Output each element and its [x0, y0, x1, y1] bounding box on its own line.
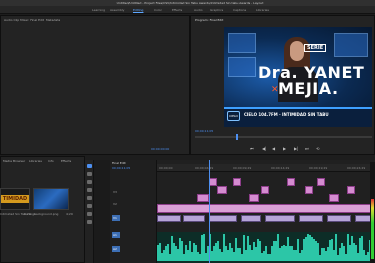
title-clip[interactable] [233, 178, 241, 186]
background-screen [228, 33, 256, 53]
overlay-clip-v2[interactable] [157, 204, 375, 213]
program-playhead[interactable] [236, 134, 238, 140]
workspace-assembly[interactable]: Assembly [110, 8, 124, 12]
workspace-libraries[interactable]: Libraries [256, 8, 269, 12]
program-video-frame: SERIE Dra. YANET MEJIA. ✕ CIELO CIELO 10… [224, 27, 372, 127]
audio-meter [370, 162, 375, 263]
workspace-editing[interactable]: Editing [133, 8, 143, 12]
tab-effects[interactable]: Effects [61, 159, 71, 163]
type-tool-icon[interactable] [87, 220, 92, 224]
background-screen [334, 33, 368, 57]
tools-panel [85, 160, 94, 263]
station-logo: CIELO [227, 111, 240, 121]
host-name-line2: MEJIA. [278, 79, 339, 98]
title-clip[interactable] [261, 186, 269, 194]
track-label-v3: V3 [113, 190, 117, 194]
background-screen [228, 57, 256, 77]
serie-badge: SERIE [304, 44, 327, 52]
title-clip[interactable] [317, 178, 325, 186]
logo-thumbnail[interactable]: TIMIDAD [0, 188, 30, 210]
ruler-mark: 00;00;19;29 [309, 166, 328, 170]
video-clip-v1[interactable] [241, 215, 261, 222]
selection-tool-icon[interactable] [87, 164, 92, 168]
logo-thumbnail-text: TIMIDAD [1, 195, 29, 203]
track-label-v1: V1 [113, 216, 117, 220]
x-mark-icon: ✕ [271, 85, 279, 95]
track-label-a1: A1 [113, 233, 117, 237]
video-clip-v1[interactable] [299, 215, 323, 222]
tab-media-browser[interactable]: Media Browser [3, 159, 25, 163]
program-timecode: 00;00;11;05 [195, 129, 214, 133]
track-label-v2: V2 [113, 202, 117, 206]
video-clip-v1[interactable] [327, 215, 351, 222]
workspace-learning[interactable]: Learning [92, 8, 105, 12]
step-forward-icon[interactable]: ▶| [294, 146, 298, 151]
title-clip[interactable] [249, 194, 259, 202]
source-timecode: 00:00:00:00 [151, 147, 170, 151]
source-panel: Audio Clip Mixer: Final Edit Metadata 00… [0, 15, 190, 155]
timeline-timecode: 00;00;11;05 [112, 166, 131, 170]
step-back-icon[interactable]: ◀| [262, 146, 266, 151]
workspace-captions[interactable]: Captions [233, 8, 246, 12]
workspace-audio[interactable]: Audio [194, 8, 203, 12]
window-title: Untitled/Untitled - Project Files/CSV/In… [116, 1, 264, 5]
rewind-icon[interactable]: ◀ [272, 146, 275, 151]
title-clip[interactable] [197, 194, 209, 202]
timeline-playhead[interactable] [209, 160, 210, 263]
razor-tool-icon[interactable] [87, 188, 92, 192]
go-to-in-icon[interactable]: ⏮ [250, 146, 254, 151]
project-item-name[interactable]: background.png [34, 212, 58, 216]
tab-timeline[interactable]: Final Edit [112, 161, 126, 165]
video-clip-v1[interactable] [209, 215, 237, 222]
track-label-a2: A2 [113, 247, 117, 251]
video-clip-v1[interactable] [183, 215, 205, 222]
ruler-mark: 00;00;04;29 [195, 166, 214, 170]
audio-meter-level [371, 199, 374, 259]
title-clip[interactable] [329, 194, 339, 202]
title-clip[interactable] [217, 186, 227, 194]
play-icon[interactable]: ▶ [283, 146, 286, 151]
project-item-duration: 4;29 [24, 212, 31, 216]
title-clip[interactable] [209, 178, 217, 186]
slip-tool-icon[interactable] [87, 196, 92, 200]
lower-third-text: CIELO 104.7FM · INTIMIDAD SIN TABU [244, 112, 329, 117]
ruler-mark: 00;00;24;29 [347, 166, 366, 170]
track-headers: Final Edit 00;00;11;05 V1 A1 A2 V3 V2 [110, 160, 157, 263]
tab-metadata[interactable]: Metadata [46, 18, 60, 22]
video-clip-v1[interactable] [265, 215, 295, 222]
tab-audio-clip-mixer[interactable]: Audio Clip Mixer: Final Edit [4, 18, 44, 22]
audio-track[interactable] [157, 232, 375, 263]
workspace-effects[interactable]: Effects [172, 8, 182, 12]
loop-icon[interactable]: ⟲ [316, 146, 319, 151]
title-clip[interactable] [305, 186, 313, 194]
lower-third [224, 107, 372, 127]
timeline-gutter [94, 160, 110, 263]
tab-program[interactable]: Program: Final Edit [195, 18, 223, 22]
ripple-edit-tool-icon[interactable] [87, 180, 92, 184]
track-select-tool-icon[interactable] [87, 172, 92, 176]
background-thumbnail[interactable] [33, 188, 69, 210]
go-to-out-icon[interactable]: ⏭ [305, 146, 309, 151]
host-face [290, 41, 304, 61]
title-clip[interactable] [287, 178, 295, 186]
ruler-mark: 00;00;09;29 [233, 166, 252, 170]
workspace-bar: Learning Assembly Editing Color Effects … [0, 6, 375, 14]
time-ruler[interactable]: 00;00;00 00;00;04;29 00;00;09;29 00;00;1… [157, 164, 375, 172]
pen-tool-icon[interactable] [87, 204, 92, 208]
video-clip-v1[interactable] [157, 215, 181, 222]
title-clip[interactable] [347, 186, 355, 194]
hand-tool-icon[interactable] [87, 212, 92, 216]
program-scrubber[interactable] [195, 136, 372, 138]
ruler-mark: 00;00;14;29 [271, 166, 290, 170]
ruler-mark: 00;00;00 [159, 166, 173, 170]
lower-third-accent [224, 107, 372, 109]
timeline-panel[interactable]: 00;00;00 00;00;04;29 00;00;09;29 00;00;1… [157, 160, 375, 263]
tab-info[interactable]: Info [48, 159, 54, 163]
tab-libraries[interactable]: Libraries [29, 159, 42, 163]
workspace-color[interactable]: Color [154, 8, 162, 12]
workspace-graphics[interactable]: Graphics [210, 8, 223, 12]
project-item-duration: 4;29 [66, 212, 73, 216]
